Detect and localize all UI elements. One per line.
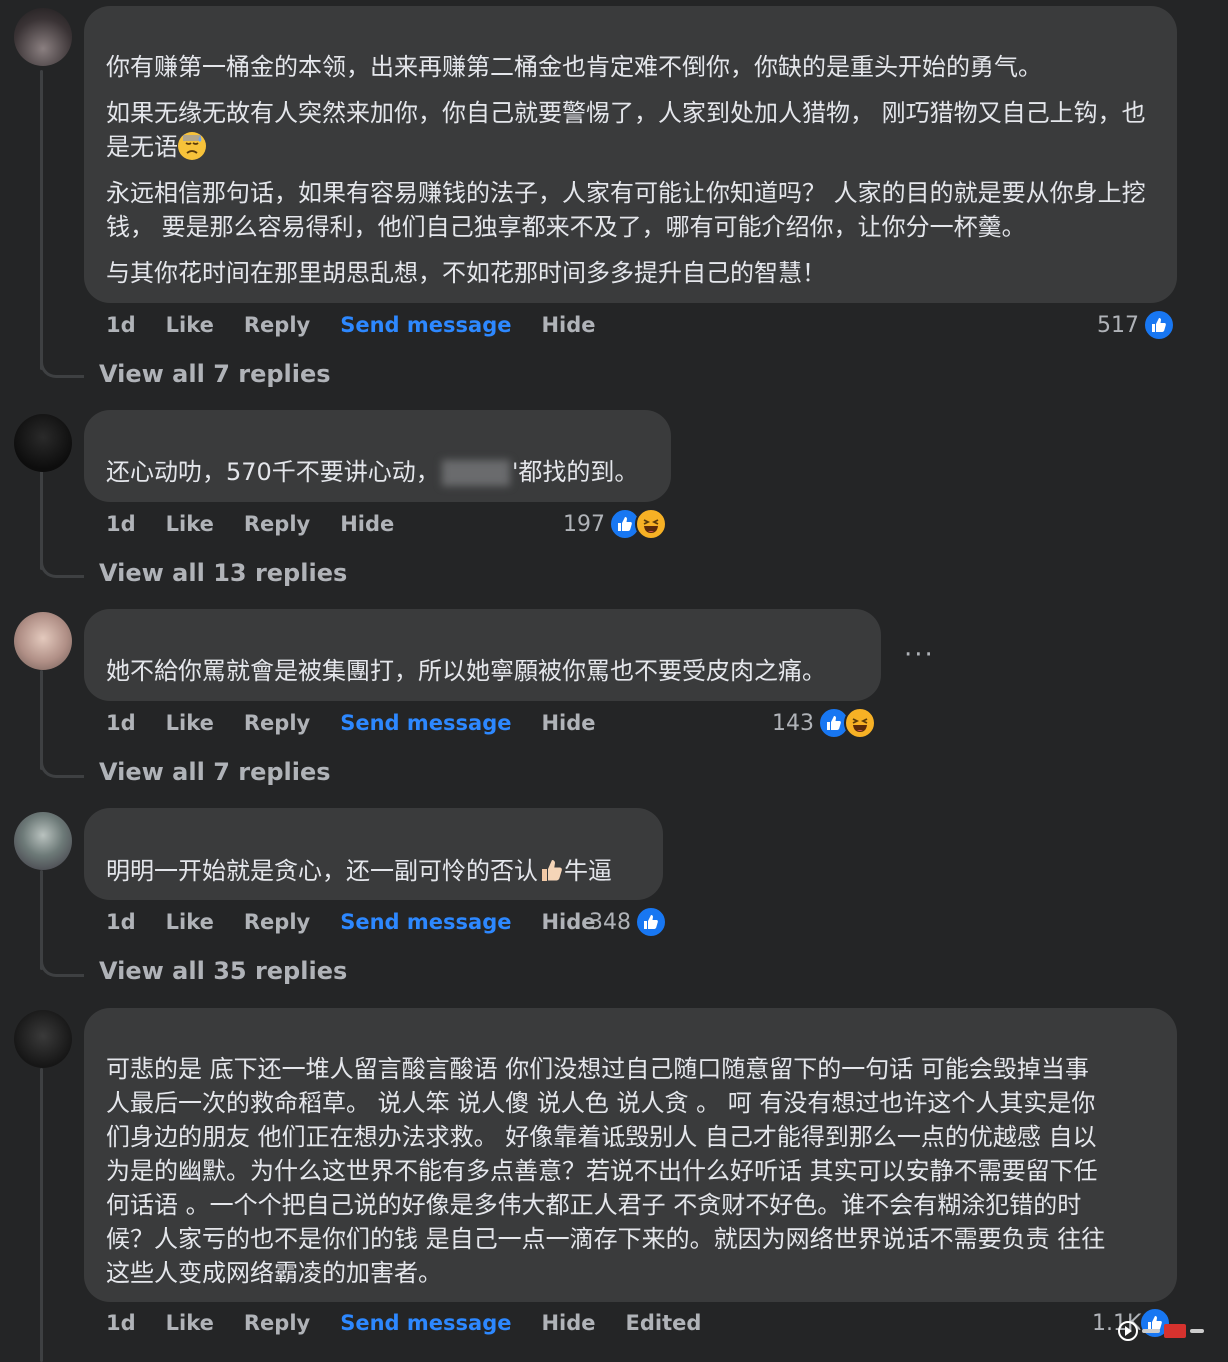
like-button[interactable]: Like	[166, 910, 214, 934]
view-replies-link[interactable]: View all 35 replies	[99, 957, 347, 985]
timestamp-link[interactable]: 1d	[106, 910, 136, 934]
comment-actions: 1d Like Reply Send message Hide Edited	[106, 1308, 731, 1338]
avatar[interactable]	[14, 812, 72, 870]
avatar[interactable]	[14, 1010, 72, 1068]
comment-body: 明明一开始就是贪心，还一副可怜的否认 牛逼	[106, 854, 612, 888]
comment-actions: 1d Like Reply Send message Hide	[106, 708, 626, 738]
comment-actions: 1d Like Reply Hide	[106, 509, 424, 539]
send-message-button[interactable]: Send message	[340, 1311, 511, 1335]
comment-paragraph: 如果无缘无故有人突然来加你，你自己就要警惕了，人家到处加人猎物， 刚巧猎物又自己…	[106, 99, 1146, 161]
comment-paragraph: 与其你花时间在那里胡思乱想，不如花那时间多多提升自己的智慧！	[106, 259, 826, 287]
more-options-icon[interactable]: ···	[904, 640, 935, 670]
thread-line	[40, 670, 43, 770]
reaction-count: 143	[772, 710, 814, 736]
send-message-button[interactable]: Send message	[340, 313, 511, 337]
avatar[interactable]	[14, 414, 72, 472]
thread-line	[40, 470, 43, 570]
hide-button[interactable]: Hide	[541, 313, 595, 337]
comment-text: 还心动叻，570千不要讲心动，	[106, 458, 440, 486]
avatar[interactable]	[14, 612, 72, 670]
thread-line	[40, 870, 43, 970]
like-button[interactable]: Like	[166, 1311, 214, 1335]
reply-button[interactable]: Reply	[244, 512, 310, 536]
laughing-emoji-icon	[844, 707, 876, 739]
comment-body: 她不給你罵就會是被集團打，所以她寧願被你罵也不要受皮肉之痛。	[106, 654, 826, 688]
reply-button[interactable]: Reply	[244, 313, 310, 337]
reaction-summary[interactable]: 143	[772, 707, 876, 739]
thread-hook	[40, 562, 84, 578]
comment-text: 牛逼	[564, 857, 612, 885]
timestamp-link[interactable]: 1d	[106, 1311, 136, 1335]
reaction-summary[interactable]: 197	[563, 508, 667, 540]
like-button[interactable]: Like	[166, 711, 214, 735]
thumbs-up-icon	[1143, 309, 1175, 341]
timestamp-link[interactable]: 1d	[106, 512, 136, 536]
comment-paragraph: 你有赚第一桶金的本领，出来再赚第二桶金也肯定难不倒你，你缺的是重头开始的勇气。	[106, 53, 1042, 81]
redacted-text	[441, 460, 510, 486]
reply-button[interactable]: Reply	[244, 1311, 310, 1335]
view-replies-link[interactable]: View all 7 replies	[99, 758, 331, 786]
thread-line	[40, 1068, 43, 1362]
comment-actions: 1d Like Reply Send message Hide	[106, 310, 626, 340]
reaction-count: 197	[563, 511, 605, 537]
reaction-count: 348	[589, 909, 631, 935]
comment-line: 候？人家亏的也不是你们的钱 是自己一点一滴存下来的。就因为网络世界说话不需要负责…	[106, 1225, 1106, 1253]
timestamp-link[interactable]: 1d	[106, 313, 136, 337]
comment-text: '都找的到。	[511, 458, 639, 486]
timestamp-link[interactable]: 1d	[106, 711, 136, 735]
comment-line: 可悲的是 底下还一堆人留言酸言酸语 你们没想过自己随口随意留下的一句话 可能会毁…	[106, 1055, 1089, 1083]
hide-button[interactable]: Hide	[541, 1311, 595, 1335]
comment-text: 明明一开始就是贪心，还一副可怜的否认	[106, 857, 538, 885]
comment-line: 人最后一次的救命稻草。 说人笨 说人傻 说人色 说人贪 。 呵 有没有想过也许这…	[106, 1089, 1096, 1117]
comment-body: 你有赚第一桶金的本领，出来再赚第二桶金也肯定难不倒你，你缺的是重头开始的勇气。 …	[106, 50, 1166, 302]
avatar[interactable]	[14, 8, 72, 66]
thread-hook	[40, 762, 84, 778]
comment-text: 她不給你罵就會是被集團打，所以她寧願被你罵也不要受皮肉之痛。	[106, 657, 826, 685]
reaction-summary[interactable]: 348	[589, 906, 667, 938]
hide-button[interactable]: Hide	[541, 910, 595, 934]
laughing-emoji-icon	[635, 508, 667, 540]
hide-button[interactable]: Hide	[541, 711, 595, 735]
like-button[interactable]: Like	[166, 313, 214, 337]
comment-body: 可悲的是 底下还一堆人留言酸言酸语 你们没想过自己随口随意留下的一句话 可能会毁…	[106, 1052, 1166, 1290]
comment-line: 何话语 。一个个把自己说的好像是多伟大都正人君子 不贪财不好色。谁不会有糊涂犯错…	[106, 1191, 1082, 1219]
reply-button[interactable]: Reply	[244, 711, 310, 735]
thread-hook	[40, 362, 84, 378]
comment-line: 这些人变成网络霸凌的加害者。	[106, 1259, 442, 1287]
view-replies-link[interactable]: View all 13 replies	[99, 559, 347, 587]
hide-button[interactable]: Hide	[340, 512, 394, 536]
thumbs-up-emoji-icon	[538, 856, 564, 884]
view-replies-link[interactable]: View all 7 replies	[99, 360, 331, 388]
watermark-logo	[1118, 1318, 1210, 1344]
downcast-sweat-emoji-icon	[178, 132, 206, 160]
comment-line: 们身边的朋友 他们正在想办法求救。 好像靠着诋毁别人 自己才能得到那么一点的优越…	[106, 1123, 1097, 1151]
thread-hook	[40, 961, 84, 977]
send-message-button[interactable]: Send message	[340, 711, 511, 735]
thread-line	[40, 70, 43, 370]
comment-line: 为是的幽默。为什么这世界不能有多点善意？若说不出什么好听话 其实可以安静不需要留…	[106, 1157, 1098, 1185]
comment-body: 还心动叻，570千不要讲心动， '都找的到。	[106, 455, 638, 489]
like-button[interactable]: Like	[166, 512, 214, 536]
edited-label[interactable]: Edited	[626, 1311, 702, 1335]
thumbs-up-icon	[635, 906, 667, 938]
send-message-button[interactable]: Send message	[340, 910, 511, 934]
reply-button[interactable]: Reply	[244, 910, 310, 934]
reaction-summary[interactable]: 517	[1097, 309, 1175, 341]
comment-paragraph: 永远相信那句话，如果有容易赚钱的法子，人家有可能让你知道吗？ 人家的目的就是要从…	[106, 179, 1146, 241]
comment-actions: 1d Like Reply Send message Hide	[106, 907, 626, 937]
play-icon	[1118, 1321, 1138, 1341]
reaction-count: 517	[1097, 312, 1139, 338]
